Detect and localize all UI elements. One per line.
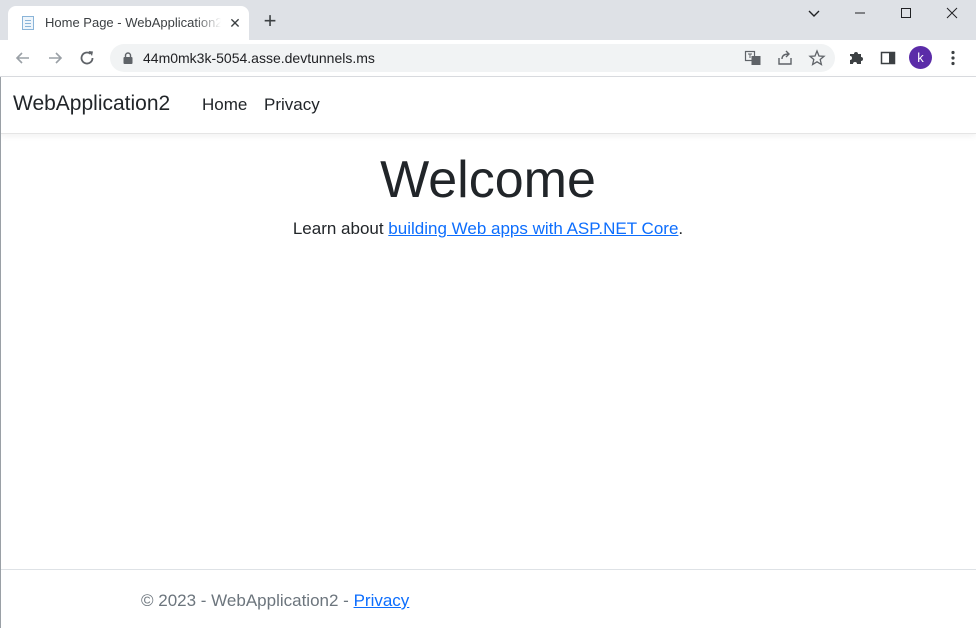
nav-link-home[interactable]: Home	[202, 95, 247, 115]
share-icon[interactable]	[776, 49, 794, 67]
minimize-button[interactable]	[837, 0, 883, 26]
copyright-text: © 2023 - WebApplication2 -	[141, 591, 354, 610]
minimize-icon	[855, 12, 865, 14]
browser-tabstrip: Home Page - WebApplication2 ✕ +	[0, 0, 976, 40]
site-footer: © 2023 - WebApplication2 - Privacy	[0, 569, 976, 629]
extensions-puzzle-icon[interactable]	[847, 49, 865, 67]
side-panel-icon[interactable]	[879, 49, 897, 67]
close-icon	[946, 7, 958, 19]
brand-link[interactable]: WebApplication2	[13, 92, 170, 116]
intro-prefix: Learn about	[292, 219, 389, 238]
more-menu-icon[interactable]	[944, 49, 962, 67]
page-viewport: WebApplication2 Home Privacy Welcome Lea…	[0, 77, 976, 628]
address-bar[interactable]: 44m0mk3k-5054.asse.devtunnels.ms	[110, 44, 835, 72]
tab-close-icon[interactable]: ✕	[227, 15, 243, 31]
page-favicon-icon	[22, 16, 34, 30]
back-arrow-icon[interactable]	[12, 47, 34, 69]
reload-icon[interactable]	[76, 47, 98, 69]
nav-link-privacy[interactable]: Privacy	[264, 95, 320, 115]
star-bookmark-icon[interactable]	[808, 49, 826, 67]
intro-text: Learn about building Web apps with ASP.N…	[0, 219, 976, 239]
forward-arrow-icon[interactable]	[44, 47, 66, 69]
maximize-button[interactable]	[883, 0, 929, 26]
translate-icon[interactable]	[744, 49, 762, 67]
url-text[interactable]: 44m0mk3k-5054.asse.devtunnels.ms	[143, 50, 375, 66]
browser-toolbar: 44m0mk3k-5054.asse.devtunnels.ms k	[0, 40, 976, 77]
intro-suffix: .	[678, 219, 684, 238]
maximize-icon	[901, 8, 911, 18]
new-tab-button[interactable]: +	[259, 10, 281, 32]
browser-tab[interactable]: Home Page - WebApplication2 ✕	[8, 6, 249, 40]
lock-icon[interactable]	[121, 51, 135, 65]
tab-title: Home Page - WebApplication2	[45, 15, 221, 30]
page-title: Welcome	[380, 151, 596, 209]
footer-privacy-link[interactable]: Privacy	[354, 591, 410, 610]
site-navbar: WebApplication2 Home Privacy	[0, 77, 976, 134]
tab-search-chevron-down-icon[interactable]	[804, 3, 824, 23]
close-window-button[interactable]	[929, 0, 975, 26]
footer-text: © 2023 - WebApplication2 - Privacy	[141, 591, 409, 611]
aspnet-docs-link[interactable]: building Web apps with ASP.NET Core	[388, 219, 678, 238]
profile-avatar[interactable]: k	[909, 46, 932, 69]
window-border	[0, 77, 1, 628]
